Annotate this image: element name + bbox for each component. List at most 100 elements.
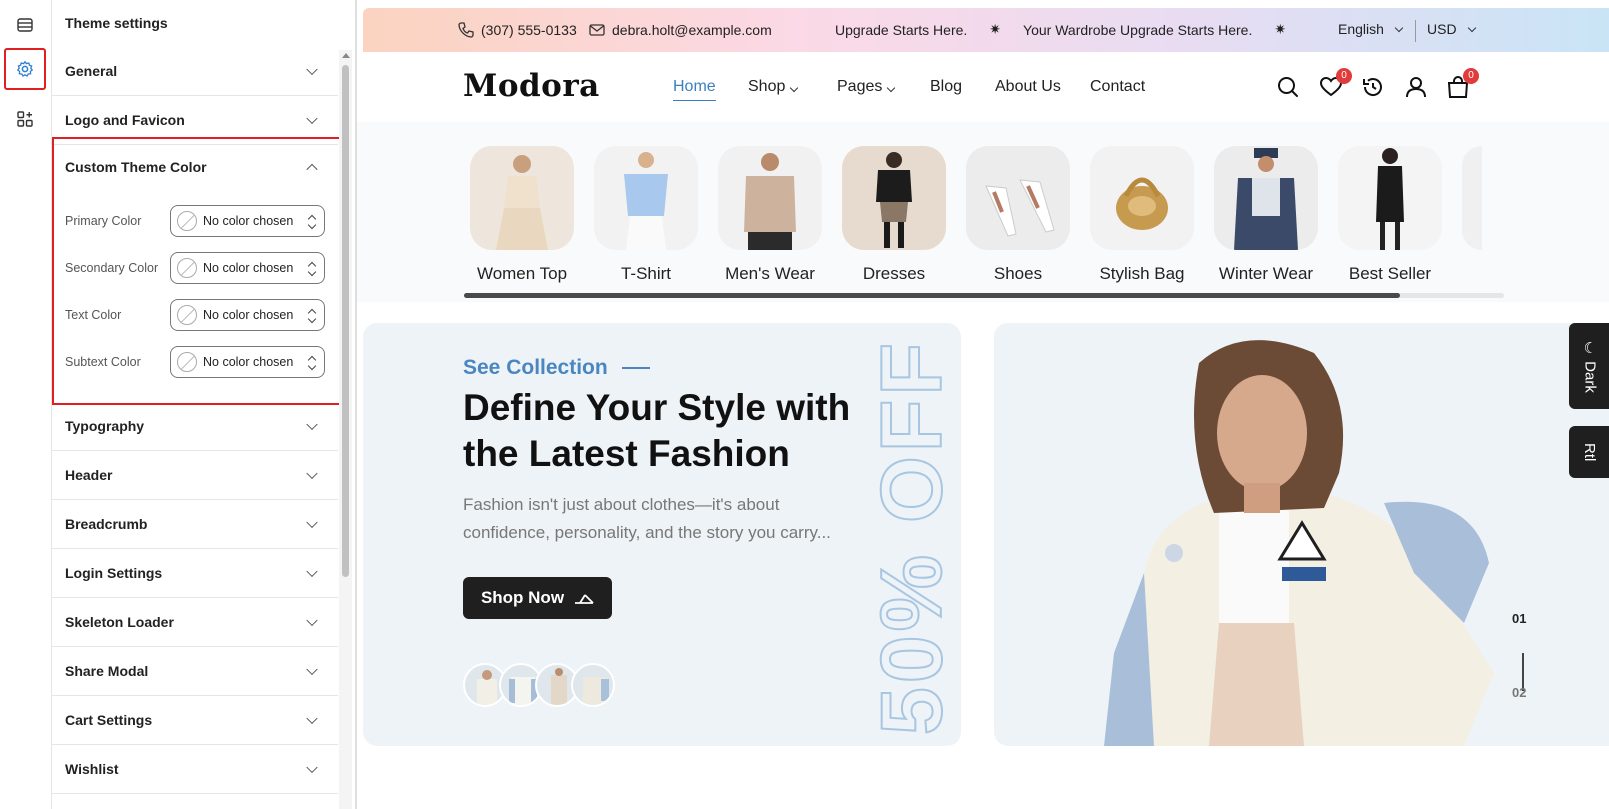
history-button[interactable] (1360, 74, 1386, 100)
section-label: Login Settings (65, 565, 163, 581)
user-icon (1406, 77, 1426, 98)
mail-icon (589, 24, 605, 36)
section-login-settings[interactable]: Login Settings (52, 549, 338, 598)
store-preview: (307) 555-0133 debra.holt@example.com Up… (356, 0, 1609, 809)
text-color-picker[interactable]: No color chosen (170, 299, 325, 331)
subtext-color-picker[interactable]: No color chosen (170, 346, 325, 378)
scrollbar-thumb[interactable] (342, 65, 349, 577)
sparkle-icon: ✷ (989, 21, 1002, 37)
chevron-down-icon (306, 712, 318, 725)
phone-contact[interactable]: (307) 555-0133 (457, 21, 577, 39)
color-row-secondary: Secondary Color No color chosen (65, 252, 335, 284)
section-cart-settings[interactable]: Cart Settings (52, 696, 338, 745)
category-item[interactable]: Winter Wear (1214, 146, 1318, 284)
hero-text-card: See Collection Define Your Style with th… (363, 323, 961, 746)
section-label: Wishlist (65, 761, 119, 777)
nav-label: Shop (748, 78, 786, 95)
color-label: Subtext Color (65, 355, 141, 369)
search-button[interactable] (1275, 74, 1301, 100)
nav-shop[interactable]: Shop (748, 78, 799, 96)
account-button[interactable] (1403, 74, 1429, 100)
stepper-icon (308, 261, 316, 277)
gear-icon (16, 60, 34, 77)
nav-label: Pages (837, 78, 883, 95)
section-custom-theme-color[interactable]: Custom Theme Color (52, 139, 338, 195)
section-breadcrumb[interactable]: Breadcrumb (52, 500, 338, 549)
language-value: English (1338, 21, 1384, 37)
slide-next[interactable]: 02 (1512, 685, 1526, 700)
language-select[interactable]: English (1338, 21, 1404, 37)
category-label: Winter Wear (1218, 264, 1314, 283)
store-logo[interactable]: Modora (463, 68, 600, 104)
rtl-toggle[interactable]: Rtl (1569, 426, 1609, 478)
category-overflow-card (1462, 146, 1482, 250)
see-collection-link[interactable]: See Collection (463, 356, 650, 380)
settings-rail-button[interactable] (4, 48, 46, 90)
section-wishlist[interactable]: Wishlist (52, 745, 338, 794)
chevron-down-icon (306, 63, 318, 76)
wishlist-button[interactable]: 0 (1318, 68, 1352, 100)
section-label: Header (65, 467, 113, 483)
category-item[interactable]: Best Seller (1338, 146, 1442, 284)
app-root: Theme settings General Logo and Favicon … (0, 0, 1609, 809)
offer-watermark: 50% OFF (875, 338, 959, 736)
chevron-down-icon (306, 663, 318, 676)
section-typography[interactable]: Typography (52, 402, 338, 451)
category-scroll-track[interactable] (464, 293, 1504, 298)
category-item[interactable]: T-Shirt (594, 146, 698, 284)
widgets-rail-button[interactable] (4, 98, 46, 140)
section-share-modal[interactable]: Share Modal (52, 647, 338, 696)
nav-blog[interactable]: Blog (930, 78, 962, 96)
nav-home[interactable]: Home (673, 78, 716, 101)
category-item[interactable]: Stylish Bag (1090, 146, 1194, 284)
color-label: Text Color (65, 308, 122, 322)
stepper-icon (308, 355, 316, 371)
color-value: No color chosen (203, 214, 294, 228)
no-color-swatch-icon (177, 352, 197, 372)
currency-select[interactable]: USD (1427, 21, 1476, 37)
hero-headline: Define Your Style with the Latest Fashio… (463, 387, 851, 474)
section-label: Custom Theme Color (65, 159, 207, 175)
shop-now-button[interactable]: Shop Now (463, 577, 612, 619)
nav-about-us[interactable]: About Us (995, 78, 1061, 96)
cart-count-badge: 0 (1463, 68, 1479, 84)
email-contact[interactable]: debra.holt@example.com (588, 21, 772, 39)
dark-mode-toggle[interactable]: ☾ Dark (1569, 323, 1609, 409)
secondary-color-picker[interactable]: No color chosen (170, 252, 325, 284)
chevron-down-icon (790, 83, 799, 93)
nav-contact[interactable]: Contact (1090, 78, 1145, 96)
category-label: Stylish Bag (1099, 264, 1185, 283)
nav-pages[interactable]: Pages (837, 78, 896, 96)
ticker: Upgrade Starts Here. ✷ Your Wardrobe Upg… (835, 21, 1286, 38)
section-label: Share Modal (65, 663, 149, 679)
phone-number: (307) 555-0133 (481, 22, 577, 38)
section-skeleton-loader[interactable]: Skeleton Loader (52, 598, 338, 647)
color-row-subtext: Subtext Color No color chosen (65, 346, 335, 378)
category-scroll-fill (464, 293, 1400, 298)
primary-color-picker[interactable]: No color chosen (170, 205, 325, 237)
category-item[interactable]: Men's Wear (718, 146, 822, 284)
panel-scrollbar[interactable] (339, 50, 352, 809)
scroll-up-arrow-icon[interactable] (342, 53, 350, 58)
theme-settings-panel: Theme settings General Logo and Favicon … (52, 0, 356, 809)
chevron-down-icon (306, 516, 318, 529)
arrow-icon (575, 594, 594, 604)
chevron-down-icon (306, 614, 318, 627)
layout-rail-button[interactable] (4, 4, 46, 46)
layout-icon (17, 18, 33, 32)
hero-model-image (1104, 340, 1494, 746)
chevron-down-icon (306, 565, 318, 578)
section-general[interactable]: General (52, 47, 338, 96)
slide-current[interactable]: 01 (1512, 611, 1526, 626)
icon-rail (0, 0, 52, 809)
color-row-primary: Primary Color No color chosen (65, 205, 335, 237)
moon-icon: ☾ (1581, 339, 1599, 358)
category-item[interactable]: Women Top (470, 146, 574, 284)
category-item[interactable]: Shoes (966, 146, 1070, 284)
category-item[interactable]: Dresses (842, 146, 946, 284)
section-label: Skeleton Loader (65, 614, 174, 630)
section-header[interactable]: Header (52, 451, 338, 500)
custom-theme-color-section: Custom Theme Color Primary Color No colo… (52, 137, 345, 405)
hero-thumbnail[interactable] (571, 663, 615, 707)
cart-button[interactable]: 0 (1445, 68, 1479, 100)
